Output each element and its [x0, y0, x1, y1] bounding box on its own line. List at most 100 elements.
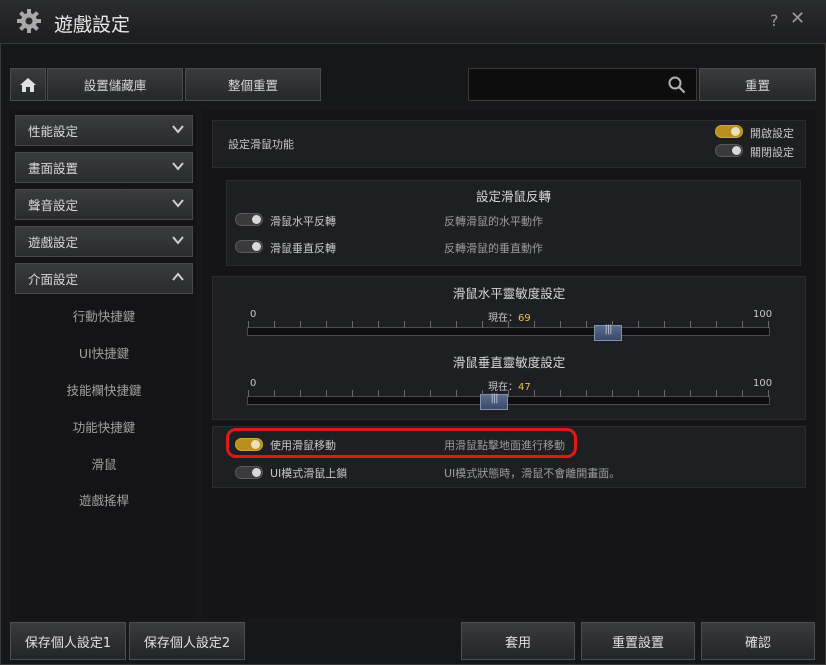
category-label: 聲音設定	[28, 198, 79, 213]
close-button[interactable]: ✕	[790, 8, 805, 29]
slider-tick	[742, 390, 743, 397]
apply-button[interactable]: 套用	[461, 622, 575, 660]
ui-mouse-lock-label: UI模式滑鼠上鎖	[270, 467, 348, 480]
category-label: 畫面設置	[28, 161, 79, 176]
slider-tick	[326, 390, 327, 397]
reset-all-button[interactable]: 整個重置	[185, 68, 321, 101]
vertical-invert-toggle[interactable]	[235, 240, 263, 253]
slider-tick	[742, 321, 743, 328]
help-button[interactable]: ?	[770, 11, 779, 30]
legend-toggle-off	[715, 144, 743, 157]
slider-tick	[482, 321, 483, 328]
legend-on-label: 開啟設定	[750, 127, 794, 140]
vertical-invert-label: 滑鼠垂直反轉	[270, 242, 336, 255]
sidebar-item-gamepad[interactable]: 遊戲搖桿	[15, 481, 193, 517]
search-icon[interactable]	[668, 76, 686, 94]
slider-tick	[586, 321, 587, 328]
chevron-down-icon	[172, 236, 184, 245]
slider-tick	[612, 390, 613, 397]
category-label: 遊戲設定	[28, 235, 79, 250]
legend-toggle-on	[715, 125, 743, 138]
highlight-annotation	[226, 428, 577, 458]
slider-tick	[638, 390, 639, 397]
slider-tick	[404, 321, 405, 328]
horizontal-slider-thumb[interactable]	[594, 324, 622, 341]
slider-tick	[378, 390, 379, 397]
legend-off-label: 關閉設定	[750, 146, 794, 159]
slider-tick	[716, 321, 717, 328]
sidebar-item-mouse[interactable]: 滑鼠	[15, 445, 193, 481]
sidebar-item-skillbar-shortcuts[interactable]: 技能欄快捷鍵	[15, 371, 193, 407]
horizontal-current-label: 現在：69	[488, 313, 531, 324]
slider-tick	[690, 390, 691, 397]
slider-tick	[638, 321, 639, 328]
slider-tick	[430, 321, 431, 328]
sidebar-item-movement-shortcuts[interactable]: 行動快捷鍵	[15, 297, 193, 333]
vertical-max-label: 100	[753, 378, 773, 389]
slider-tick	[768, 321, 769, 328]
slider-tick	[664, 321, 665, 328]
mouse-function-label: 設定滑鼠功能	[228, 138, 294, 151]
sidebar-item-function-shortcuts[interactable]: 功能快捷鍵	[15, 408, 193, 444]
horizontal-sensitivity-heading: 滑鼠水平靈敏度設定	[452, 286, 566, 301]
slider-tick	[326, 321, 327, 328]
vertical-current-label: 現在：47	[488, 382, 531, 393]
slider-tick	[248, 321, 249, 328]
ui-mouse-lock-desc: UI模式狀態時，滑鼠不會離開畫面。	[444, 467, 621, 480]
slider-tick	[456, 390, 457, 397]
ui-mouse-lock-toggle[interactable]	[235, 466, 263, 479]
category-sound[interactable]: 聲音設定	[15, 189, 193, 220]
horizontal-min-label: 0	[250, 309, 257, 320]
home-button[interactable]	[10, 68, 46, 101]
slider-tick	[664, 390, 665, 397]
search-input[interactable]	[468, 68, 697, 101]
slider-tick	[508, 321, 509, 328]
reset-settings-button[interactable]: 重置設置	[581, 622, 695, 660]
slider-tick	[716, 390, 717, 397]
chevron-down-icon	[172, 125, 184, 134]
save-profile-1-button[interactable]: 保存個人設定1	[10, 622, 126, 660]
vertical-sensitivity-slider[interactable]	[247, 390, 770, 410]
category-label: 介面設定	[28, 272, 79, 287]
vertical-slider-thumb[interactable]	[480, 393, 508, 410]
category-display[interactable]: 畫面設置	[15, 152, 193, 183]
slider-tick	[300, 321, 301, 328]
horizontal-max-label: 100	[753, 309, 773, 320]
category-performance[interactable]: 性能設定	[15, 115, 193, 146]
category-game[interactable]: 遊戲設定	[15, 226, 193, 257]
chevron-up-icon	[172, 272, 184, 281]
horizontal-sensitivity-slider[interactable]	[247, 321, 770, 341]
chevron-down-icon	[172, 199, 184, 208]
reset-button[interactable]: 重置	[699, 68, 816, 101]
slider-tick	[352, 321, 353, 328]
vertical-min-label: 0	[250, 378, 257, 389]
slider-tick	[482, 390, 483, 397]
settings-storage-button[interactable]: 設置儲藏庫	[47, 68, 183, 101]
vertical-invert-desc: 反轉滑鼠的垂直動作	[444, 242, 543, 255]
slider-tick	[404, 390, 405, 397]
slider-tick	[560, 321, 561, 328]
slider-tick	[690, 321, 691, 328]
slider-tick	[456, 321, 457, 328]
slider-tick	[586, 390, 587, 397]
slider-tick	[300, 390, 301, 397]
slider-tick	[274, 390, 275, 397]
slider-tick	[378, 321, 379, 328]
vertical-sensitivity-heading: 滑鼠垂直靈敏度設定	[452, 355, 566, 370]
slider-tick	[430, 390, 431, 397]
category-label: 性能設定	[28, 124, 79, 139]
slider-tick	[560, 390, 561, 397]
horizontal-invert-label: 滑鼠水平反轉	[270, 215, 336, 228]
horizontal-invert-toggle[interactable]	[235, 213, 263, 226]
home-icon	[20, 77, 36, 92]
chevron-down-icon	[172, 162, 184, 171]
save-profile-2-button[interactable]: 保存個人設定2	[129, 622, 245, 660]
sidebar-item-ui-shortcuts[interactable]: UI快捷鍵	[15, 334, 193, 370]
slider-tick	[534, 390, 535, 397]
horizontal-invert-desc: 反轉滑鼠的水平動作	[444, 215, 543, 228]
confirm-button[interactable]: 確認	[701, 622, 815, 660]
window-title: 遊戲設定	[54, 14, 131, 36]
slider-tick	[508, 390, 509, 397]
category-interface[interactable]: 介面設定	[15, 263, 193, 294]
gear-icon	[17, 9, 41, 33]
